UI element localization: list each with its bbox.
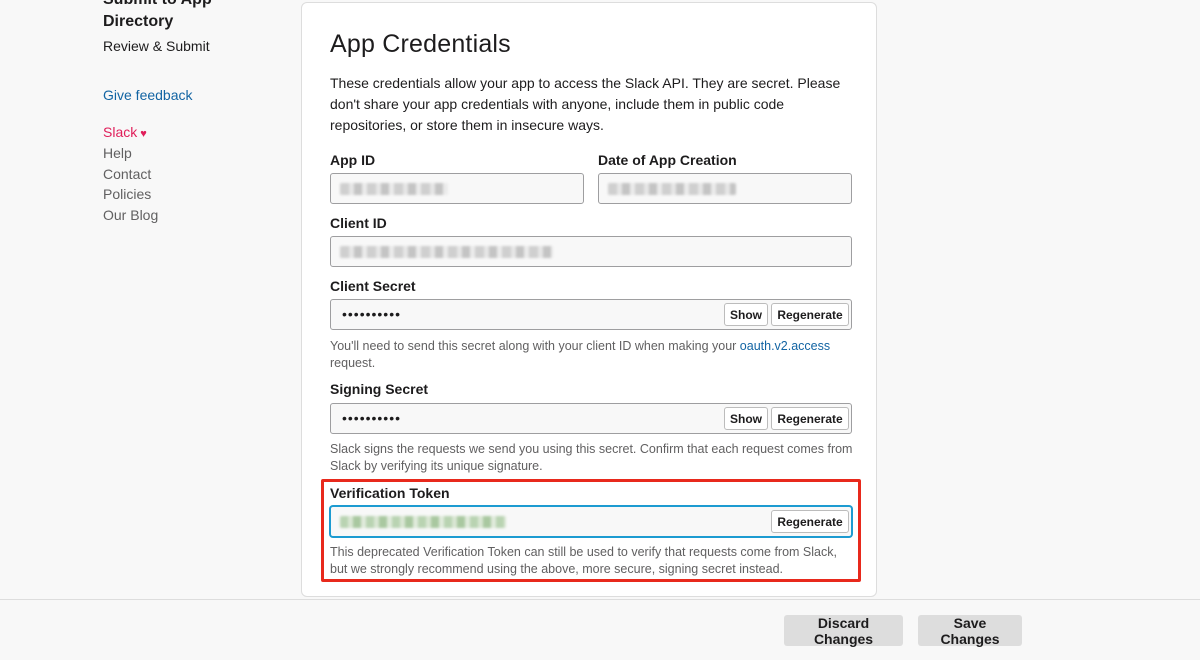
redacted-value [340, 246, 553, 258]
oauth-access-link[interactable]: oauth.v2.access [740, 339, 830, 353]
verification-token-label: Verification Token [330, 485, 450, 501]
help-link[interactable]: Help [103, 143, 132, 163]
app-id-field[interactable] [330, 173, 584, 204]
verification-token-help: This deprecated Verification Token can s… [330, 545, 837, 576]
give-feedback-link[interactable]: Give feedback [103, 85, 193, 105]
signing-secret-regenerate-button[interactable]: Regenerate [771, 407, 849, 430]
signing-secret-label: Signing Secret [330, 381, 429, 397]
footer-action-bar: Discard Changes Save Changes [0, 599, 1200, 660]
contact-link[interactable]: Contact [103, 164, 151, 184]
sidebar-item-submit-to-app-directory[interactable]: Submit to App Directory [103, 0, 283, 33]
signing-secret-help: Slack signs the requests we send you usi… [330, 442, 853, 473]
client-secret-label: Client Secret [330, 278, 416, 294]
verification-token-field[interactable]: Regenerate [330, 506, 852, 537]
save-changes-button[interactable]: Save Changes [918, 615, 1022, 647]
discard-changes-button[interactable]: Discard Changes [784, 615, 903, 647]
page-title: App Credentials [330, 30, 511, 58]
client-id-field[interactable] [330, 236, 852, 267]
our-blog-link[interactable]: Our Blog [103, 205, 158, 225]
date-created-label: Date of App Creation [598, 152, 737, 168]
client-secret-masked: •••••••••• [342, 306, 402, 322]
signing-secret-masked: •••••••••• [342, 410, 402, 426]
slack-label: Slack [103, 124, 138, 140]
sidebar: Submit to App Directory Review & Submit … [0, 0, 300, 600]
redacted-value [608, 183, 736, 195]
heart-icon: ♥ [140, 128, 147, 140]
app-id-label: App ID [330, 152, 376, 168]
verification-token-regenerate-button[interactable]: Regenerate [771, 510, 849, 533]
signing-secret-field[interactable]: •••••••••• Show Regenerate [330, 403, 852, 434]
credentials-description: These credentials allow your app to acce… [330, 75, 841, 133]
client-secret-show-button[interactable]: Show [724, 303, 768, 326]
redacted-value [340, 183, 448, 195]
client-id-label: Client ID [330, 215, 387, 231]
sidebar-item-review-submit[interactable]: Review & Submit [103, 36, 210, 56]
client-secret-help-prefix: You'll need to send this secret along wi… [330, 339, 740, 353]
client-secret-help: You'll need to send this secret along wi… [330, 338, 855, 372]
client-secret-help-suffix: request. [330, 356, 376, 370]
app-credentials-card: App Credentials These credentials allow … [301, 2, 877, 597]
date-created-field[interactable] [598, 173, 852, 204]
signing-secret-show-button[interactable]: Show [724, 407, 768, 430]
client-secret-regenerate-button[interactable]: Regenerate [771, 303, 849, 326]
slack-link[interactable]: Slack ♥ [103, 122, 147, 144]
policies-link[interactable]: Policies [103, 184, 151, 204]
redacted-value [340, 516, 506, 528]
client-secret-field[interactable]: •••••••••• Show Regenerate [330, 299, 852, 330]
